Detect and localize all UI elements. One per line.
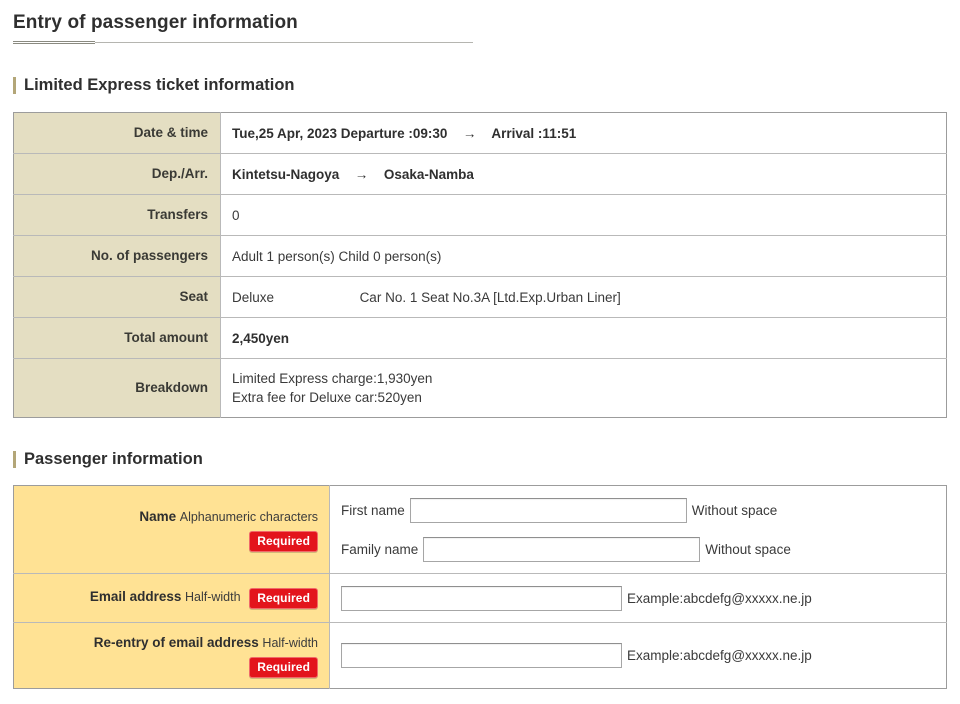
- family-name-label: Family name: [341, 541, 419, 557]
- email-reentry-label-sub: Half-width: [262, 636, 318, 650]
- row-label-email-reentry: Re-entry of email address Half-width Req…: [13, 621, 330, 689]
- first-name-note: Without space: [691, 502, 778, 518]
- title-underline: [13, 41, 473, 44]
- family-name-note: Without space: [705, 541, 791, 557]
- heading-bar-icon: [13, 450, 16, 468]
- breakdown-line-express-charge: Limited Express charge:1,930yen: [232, 371, 433, 386]
- page-header: Entry of passenger information: [0, 0, 960, 44]
- first-name-label: First name: [341, 502, 405, 518]
- first-name-input[interactable]: [409, 497, 687, 523]
- section-heading-passenger-label: Passenger information: [24, 450, 203, 468]
- heading-bar-icon: [13, 76, 16, 94]
- email-field[interactable]: [341, 585, 622, 611]
- email-reentry-label-main: Re-entry of email address: [93, 635, 259, 650]
- name-label-main: Name: [139, 508, 177, 524]
- row-label-email-address: Email address Half-width Required: [13, 573, 330, 623]
- row-value-name: First name Without space Family name Wit…: [329, 485, 947, 574]
- direction-arrow-icon: →: [462, 125, 477, 141]
- email-confirm-field[interactable]: [341, 643, 622, 669]
- row-label-name: Name Alphanumeric characters Required: [13, 485, 330, 574]
- table-row-email-reentry: Re-entry of email address Half-width Req…: [13, 621, 947, 689]
- email-label-sub: Half-width: [184, 590, 241, 605]
- arrival-station-text: Osaka-Namba: [383, 166, 474, 182]
- table-row-breakdown: Breakdown Limited Express charge:1,930ye…: [13, 358, 947, 418]
- name-label-sub: Alphanumeric characters: [179, 509, 318, 524]
- table-row-dep-arr: Dep./Arr. Kintetsu-Nagoya → Osaka-Namba: [13, 153, 947, 195]
- row-value-breakdown: Limited Express charge:1,930yen Extra fe…: [220, 358, 947, 418]
- table-row-date-time: Date & time Tue,25 Apr, 2023 Departure :…: [13, 112, 947, 154]
- arrival-datetime-text: Arrival :11:51: [491, 125, 577, 141]
- seat-class-text: Deluxe: [232, 289, 275, 305]
- row-value-no-of-passengers: Adult 1 person(s) Child 0 person(s): [220, 235, 947, 277]
- email-example-note: Example:abcdefg@xxxxx.ne.jp: [627, 590, 812, 606]
- table-row-seat: Seat Deluxe Car No. 1 Seat No.3A [Ltd.Ex…: [13, 276, 947, 318]
- row-value-dep-arr: Kintetsu-Nagoya → Osaka-Namba: [220, 153, 947, 195]
- email-reentry-field-row: Example:abcdefg@xxxxx.ne.jp: [341, 641, 936, 671]
- email-label-main: Email address: [89, 589, 182, 605]
- row-value-transfers: 0: [220, 194, 947, 236]
- status-badge-required: Required: [249, 657, 318, 679]
- row-value-date-time: Tue,25 Apr, 2023 Departure :09:30 → Arri…: [220, 112, 947, 154]
- row-value-total-amount: 2,450yen: [220, 317, 947, 359]
- title-underline-accent: [13, 41, 95, 44]
- row-value-email-address: Example:abcdefg@xxxxx.ne.jp: [329, 573, 947, 623]
- row-label-breakdown: Breakdown: [13, 358, 221, 418]
- breakdown-line-deluxe-fee: Extra fee for Deluxe car:520yen: [232, 390, 422, 405]
- table-row-transfers: Transfers 0: [13, 194, 947, 236]
- row-label-transfers: Transfers: [13, 194, 221, 236]
- email-field-row: Example:abcdefg@xxxxx.ne.jp: [341, 583, 936, 613]
- section-heading-passenger: Passenger information: [0, 449, 960, 469]
- row-label-dep-arr: Dep./Arr.: [13, 153, 221, 195]
- seat-detail-text: Car No. 1 Seat No.3A [Ltd.Exp.Urban Line…: [359, 289, 621, 305]
- row-label-date-time: Date & time: [13, 112, 221, 154]
- status-badge-required: Required: [249, 587, 318, 609]
- row-value-email-reentry: Example:abcdefg@xxxxx.ne.jp: [329, 621, 947, 689]
- row-label-no-of-passengers: No. of passengers: [13, 235, 221, 277]
- family-name-input[interactable]: [423, 536, 701, 562]
- direction-arrow-icon: →: [354, 166, 369, 182]
- email-reentry-example-note: Example:abcdefg@xxxxx.ne.jp: [627, 648, 812, 664]
- page-title: Entry of passenger information: [13, 12, 298, 33]
- table-row-total-amount: Total amount 2,450yen: [13, 317, 947, 359]
- table-row-no-of-passengers: No. of passengers Adult 1 person(s) Chil…: [13, 235, 947, 277]
- row-label-total-amount: Total amount: [13, 317, 221, 359]
- departure-datetime-text: Tue,25 Apr, 2023 Departure :09:30: [232, 125, 448, 141]
- departure-station-text: Kintetsu-Nagoya: [232, 166, 340, 182]
- table-row-name: Name Alphanumeric characters Required Fi…: [13, 485, 947, 574]
- section-heading-ticket: Limited Express ticket information: [0, 75, 960, 95]
- row-value-seat: Deluxe Car No. 1 Seat No.3A [Ltd.Exp.Urb…: [220, 276, 947, 318]
- page-root: Entry of passenger information Limited E…: [0, 0, 960, 704]
- section-heading-ticket-label: Limited Express ticket information: [24, 76, 295, 94]
- ticket-information-table: Date & time Tue,25 Apr, 2023 Departure :…: [13, 112, 947, 418]
- table-row-email-address: Email address Half-width Required Exampl…: [13, 573, 947, 623]
- first-name-field-row: First name Without space: [341, 495, 936, 525]
- passenger-information-table: Name Alphanumeric characters Required Fi…: [13, 485, 947, 690]
- family-name-field-row: Family name Without space: [341, 534, 936, 564]
- row-label-seat: Seat: [13, 276, 221, 318]
- status-badge-required: Required: [249, 531, 318, 553]
